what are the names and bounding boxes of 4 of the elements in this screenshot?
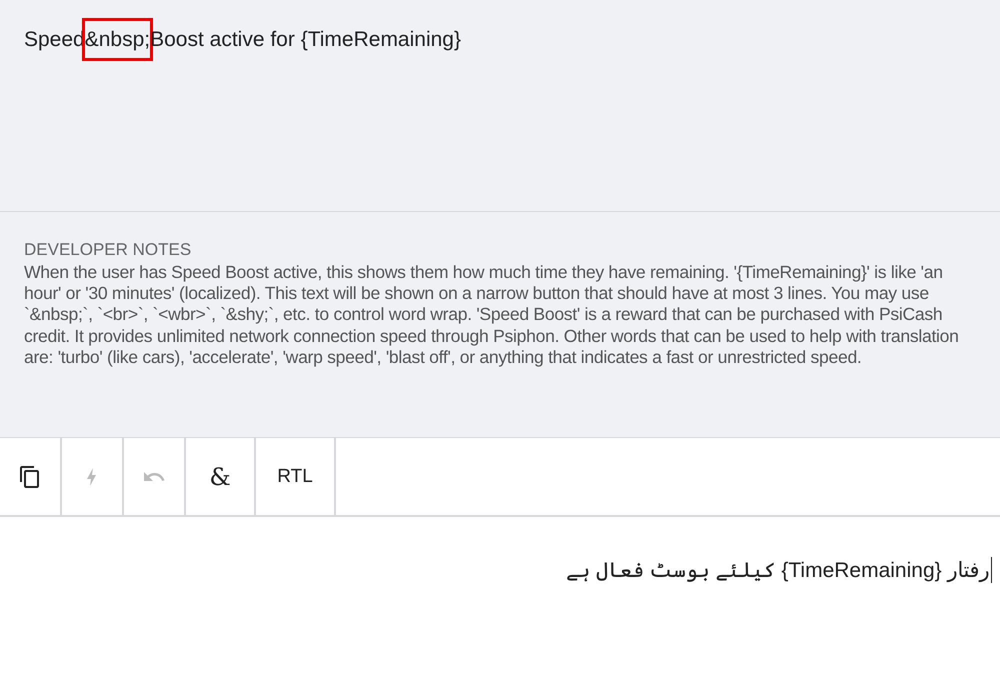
copy-icon: [18, 464, 42, 488]
notes-heading: DEVELOPER NOTES: [24, 240, 192, 260]
translation-field[interactable]: رفتار {TimeRemaining} کیلئے بوسٹ فعال ہے: [20, 557, 992, 583]
notes-text: When the user has Speed Boost active, this shows them how much time they have remaining. '{TimeRemaining}' is like 'an hour' or '30 minutes' (localized). This text will be shown on a narrow button that should have at most 3 lines. You may use `&nbsp;`, `<br>`, `<wbr>`, `&shy;`, etc. to control word wrap. 'Speed Boost' is a reward that can be purchased with PsiCash credit. It provides unlimited network connection speed through Psiphon. Other words that can be used to help with translation are: 'turbo' (like cars), 'accelerate', 'warp speed', 'blast off', or anything that indicates a fast or unrestricted speed.: [24, 262, 960, 368]
